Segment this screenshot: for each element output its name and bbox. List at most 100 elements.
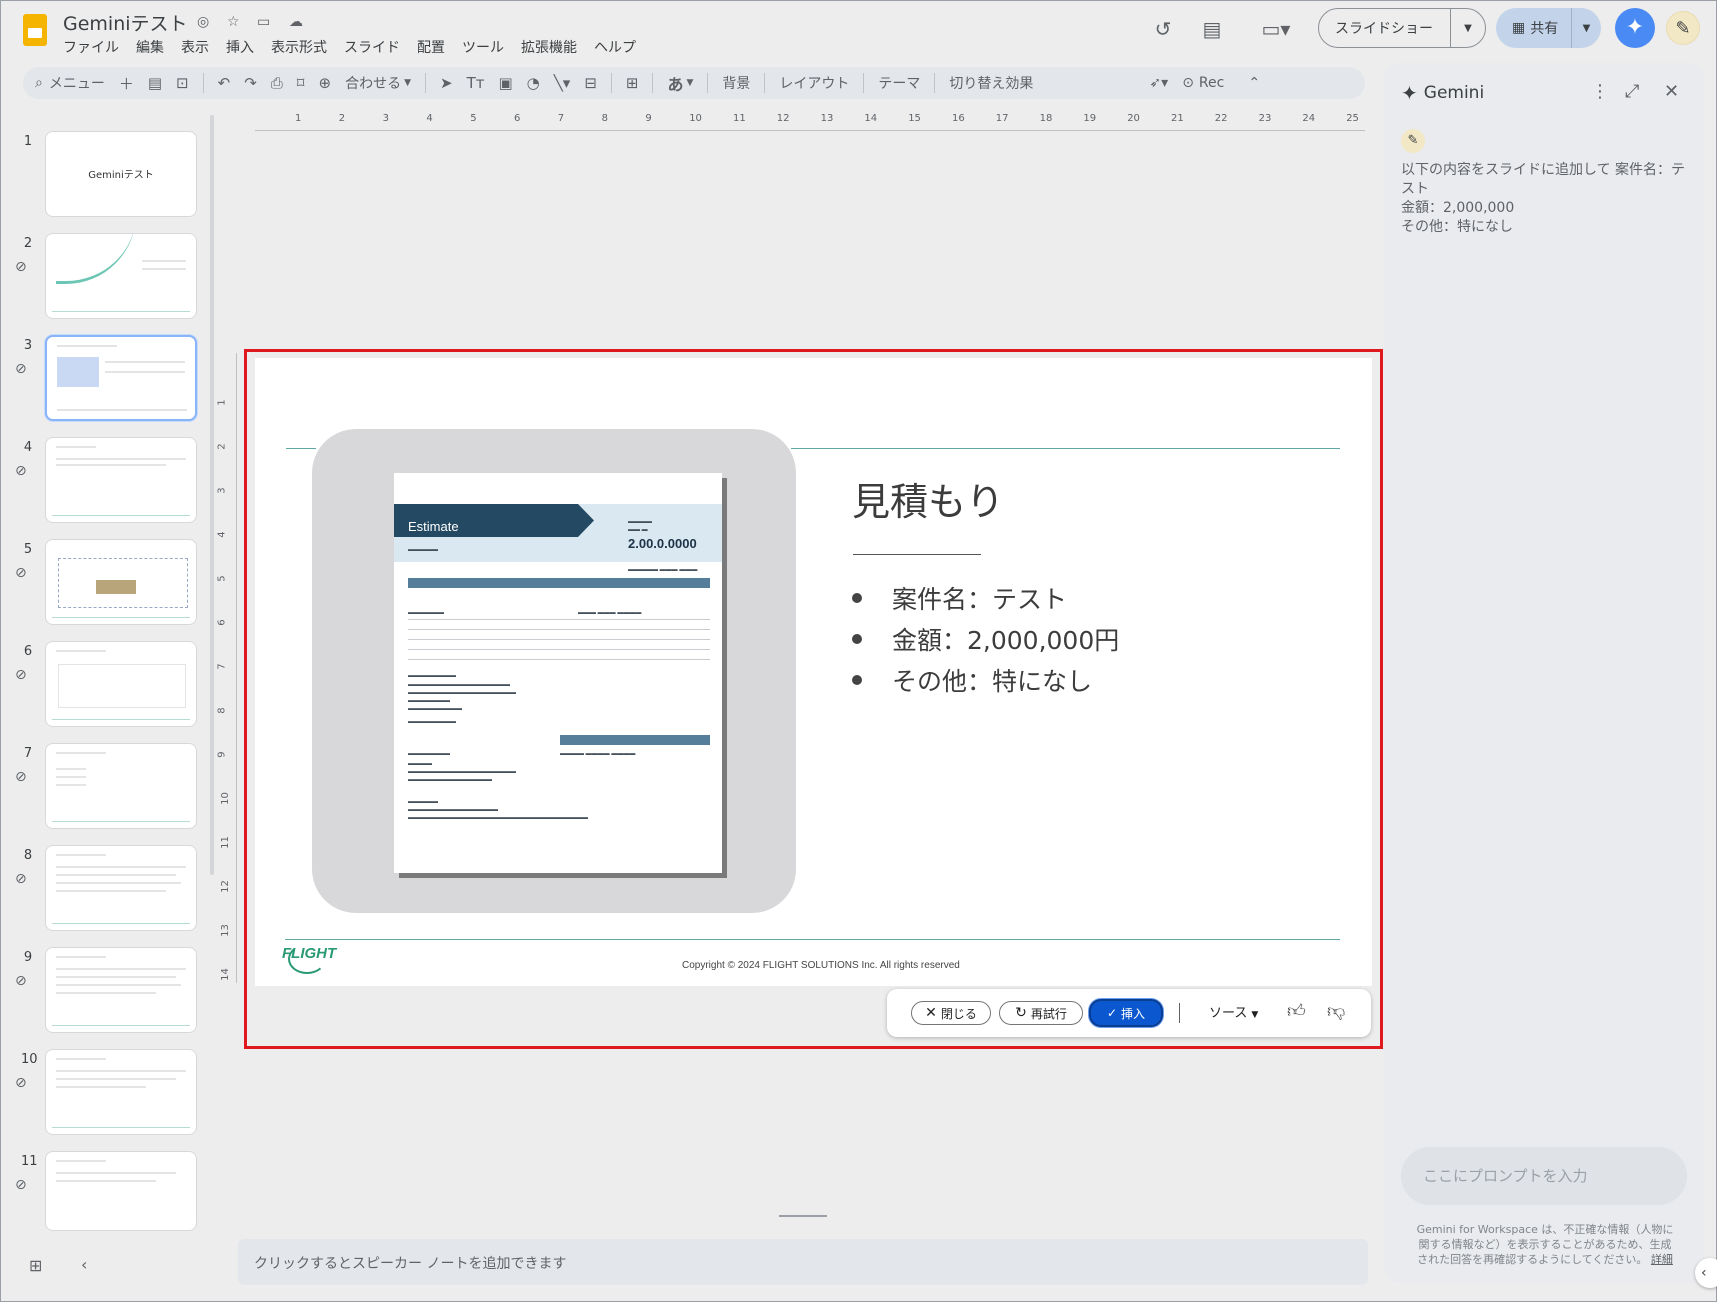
- slide-thumbnail-2[interactable]: [45, 233, 197, 319]
- undo-icon[interactable]: ↶: [218, 74, 231, 92]
- ruler-tick-label: 14: [864, 113, 878, 124]
- meet-video-icon[interactable]: ▭▾: [1253, 15, 1299, 43]
- side-panel-toggle-icon[interactable]: ‹: [1695, 1258, 1717, 1288]
- rec-button[interactable]: ⊙ Rec: [1182, 75, 1224, 91]
- slide-thumbnail-7[interactable]: [45, 743, 197, 829]
- gemini-panel-header: ✦ Gemini: [1401, 81, 1485, 105]
- menu-slide[interactable]: スライド: [344, 37, 400, 57]
- select-cursor-icon[interactable]: ➤: [440, 74, 453, 92]
- menu-view[interactable]: 表示: [181, 37, 209, 57]
- ruler-tick-label: 9: [216, 751, 228, 758]
- prompt-input[interactable]: ここにプロンプトを入力: [1401, 1147, 1687, 1205]
- slideshow-button[interactable]: スライドショー ▼: [1318, 8, 1486, 48]
- input-tools[interactable]: あ ▼: [667, 71, 693, 95]
- layout-button[interactable]: レイアウト: [779, 73, 849, 93]
- thumb-number: 3: [23, 338, 33, 353]
- zoom-select[interactable]: 合わせる ▼: [345, 73, 411, 93]
- notes-resize-handle[interactable]: [779, 1215, 827, 1217]
- star-icon[interactable]: ☆: [227, 14, 240, 30]
- slide-thumbnail-8[interactable]: [45, 845, 197, 931]
- ruler-tick-label: 17: [995, 113, 1009, 124]
- thumbs-up-icon[interactable]: 👍︎: [1287, 1000, 1306, 1022]
- move-folder-icon[interactable]: ▭: [257, 14, 270, 30]
- link-icon: ⊘: [15, 361, 27, 377]
- ruler-tick-label: 7: [216, 663, 228, 670]
- add-comment-icon[interactable]: ⊞: [626, 74, 639, 92]
- close-button[interactable]: ✕ 閉じる: [911, 1001, 991, 1025]
- image-icon[interactable]: ▣: [498, 74, 512, 92]
- slide-thumbnail-1[interactable]: Geminiテスト: [45, 131, 197, 217]
- share-dropdown-icon[interactable]: ▼: [1572, 23, 1601, 34]
- slide-thumbnail-4[interactable]: [45, 437, 197, 523]
- horizontal-ruler[interactable]: 1 2 3 4 5 6 7 8 9 10 11 12 13 14 15 16 17 18 19 20 21 22 23 24 2…: [255, 113, 1365, 131]
- slideshow-label[interactable]: スライドショー: [1319, 9, 1451, 47]
- menu-tools[interactable]: ツール: [462, 37, 504, 57]
- bullet-item: 金額：2,000,000円: [851, 618, 1119, 659]
- menu-insert[interactable]: 挿入: [226, 37, 254, 57]
- user-avatar[interactable]: ✎: [1666, 11, 1700, 45]
- footer-line: [285, 939, 1340, 940]
- background-button[interactable]: 背景: [722, 73, 750, 93]
- collapse-toolbar-icon[interactable]: ⌃: [1248, 75, 1260, 91]
- menu-file[interactable]: ファイル: [63, 37, 119, 57]
- transition-button[interactable]: 切り替え効果: [949, 73, 1033, 93]
- retry-button[interactable]: ↻ 再試行: [999, 1001, 1083, 1025]
- slideshow-dropdown-icon[interactable]: ▼: [1451, 23, 1485, 34]
- share-button[interactable]: ▦ 共有 ▼: [1496, 8, 1601, 48]
- new-slide-dropdown-icon[interactable]: ⊡: [176, 74, 189, 92]
- slide-thumbnail-11[interactable]: [45, 1151, 197, 1231]
- theme-button[interactable]: テーマ: [878, 73, 920, 93]
- details-link[interactable]: 詳細: [1651, 1253, 1673, 1266]
- speaker-notes[interactable]: クリックするとスピーカー ノートを追加できます: [238, 1239, 1368, 1285]
- gemini-action-bar: ✕ 閉じる ↻ 再試行 ✓ 挿入 ソース ▼ 👍︎ 👎︎: [887, 989, 1371, 1037]
- menu-extensions[interactable]: 拡張機能: [521, 37, 577, 57]
- menu-arrange[interactable]: 配置: [417, 37, 445, 57]
- gemini-disclaimer: Gemini for Workspace は、不正確な情報（人物に関する情報など…: [1416, 1223, 1674, 1266]
- layout-select-icon[interactable]: ▤: [148, 74, 162, 92]
- vertical-ruler[interactable]: 1 2 3 4 5 6 7 8 9 10 11 12 13 14: [216, 353, 237, 983]
- version-history-icon[interactable]: ↺: [1149, 15, 1177, 43]
- source-dropdown[interactable]: ソース ▼: [1209, 1002, 1258, 1021]
- document-title[interactable]: Geminiテスト: [63, 9, 188, 36]
- line-icon[interactable]: ╲▾: [554, 74, 571, 92]
- menu-format[interactable]: 表示形式: [271, 37, 327, 57]
- pointer-icon[interactable]: ➶▾: [1149, 75, 1168, 91]
- grid-view-icon[interactable]: ⊞: [29, 1256, 42, 1275]
- bullet-list[interactable]: 案件名：テスト 金額：2,000,000円 その他：特になし: [851, 577, 1119, 700]
- new-slide-icon[interactable]: ＋: [119, 73, 134, 94]
- shape-icon[interactable]: ◔: [527, 74, 540, 92]
- ruler-tick-label: 13: [219, 924, 231, 937]
- menu-help[interactable]: ヘルプ: [594, 37, 636, 57]
- slide-title[interactable]: 見積もり: [852, 471, 1004, 526]
- estimate-document-image: Estimate 2.00.0.0000 ▬▬▬▬ ▬▬ ▬ ▬▬▬▬▬ ▬▬▬…: [394, 473, 722, 873]
- menu-edit[interactable]: 編集: [136, 37, 164, 57]
- zoom-icon[interactable]: ⊕: [319, 74, 332, 92]
- ruler-tick-label: 4: [426, 113, 433, 124]
- expand-icon[interactable]: ⤢: [1625, 81, 1639, 102]
- paint-format-icon[interactable]: ⌑: [297, 74, 305, 92]
- gemini-sparkle-icon[interactable]: ✦: [1615, 8, 1655, 48]
- slide-thumbnail-5[interactable]: [45, 539, 197, 625]
- link-icon: ⊘: [15, 1177, 27, 1193]
- close-icon[interactable]: ✕: [1664, 81, 1679, 102]
- slide-thumbnail-10[interactable]: [45, 1049, 197, 1135]
- ruler-tick-label: 4: [216, 531, 228, 538]
- thumbnail-scrollbar[interactable]: [210, 115, 214, 875]
- video-box-icon[interactable]: ⊟: [584, 74, 597, 92]
- menu-search[interactable]: ⌕ メニュー: [35, 73, 105, 93]
- slide-thumbnail-9[interactable]: [45, 947, 197, 1033]
- redo-icon[interactable]: ↷: [244, 74, 257, 92]
- comments-icon[interactable]: ▤: [1198, 15, 1226, 43]
- slides-logo-icon[interactable]: [23, 14, 47, 46]
- doc-amount: 2.00.0.0000: [628, 536, 697, 551]
- thumb-title: Geminiテスト: [88, 170, 154, 181]
- slide-thumbnail-3[interactable]: [45, 335, 197, 421]
- more-options-icon[interactable]: ⋮: [1591, 81, 1609, 102]
- slide-thumbnail-6[interactable]: [45, 641, 197, 727]
- insert-button[interactable]: ✓ 挿入: [1089, 999, 1163, 1027]
- tag-icon[interactable]: ◎: [197, 14, 209, 30]
- text-box-icon[interactable]: Tт: [467, 74, 485, 92]
- collapse-panel-icon[interactable]: ‹: [81, 1255, 87, 1274]
- print-icon[interactable]: ⎙: [271, 74, 283, 92]
- thumbs-down-icon[interactable]: 👎︎: [1327, 1000, 1345, 1022]
